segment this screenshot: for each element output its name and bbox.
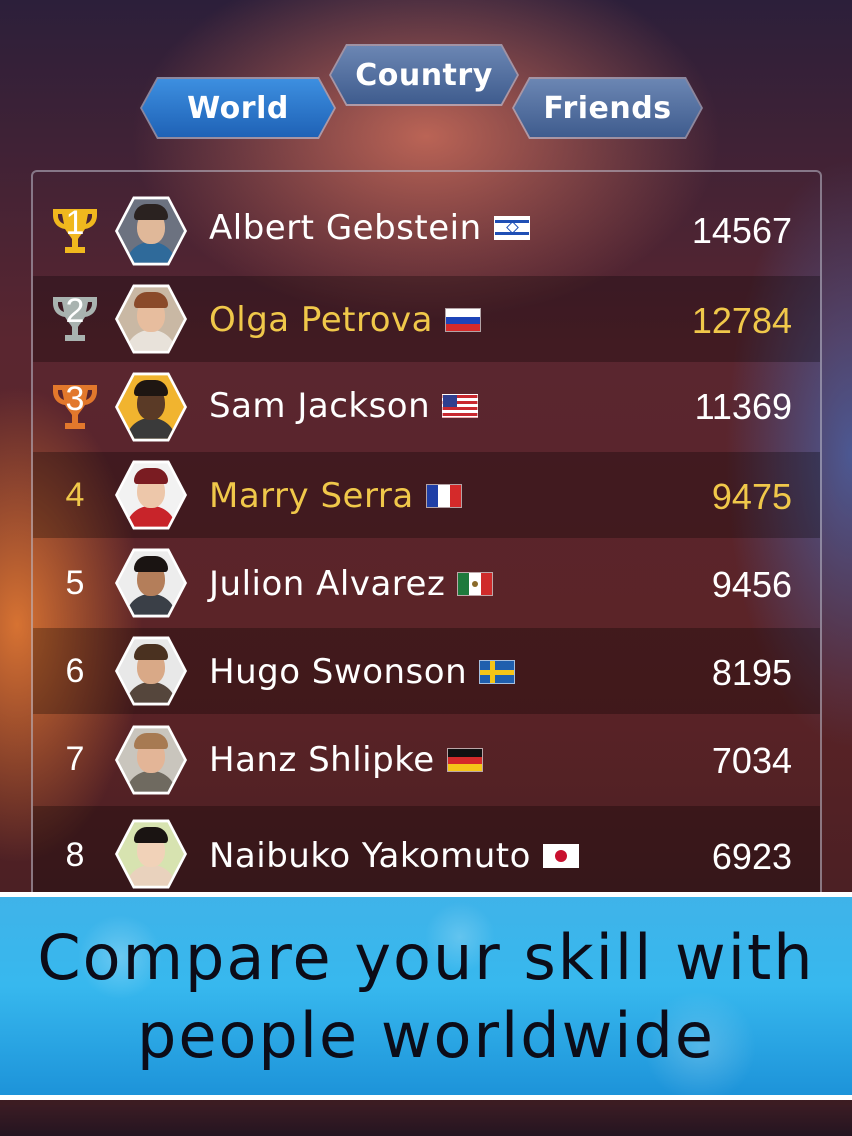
leaderboard-panel: 1 Albert Gebstein 14567 2 Olga Petrova 1…: [31, 170, 822, 894]
player-score: 12784: [691, 300, 792, 341]
avatar[interactable]: [115, 636, 187, 706]
leaderboard-row[interactable]: 4 Marry Serra 9475: [33, 452, 820, 538]
player-score: 7034: [711, 740, 792, 781]
sweden-flag-icon: [479, 660, 516, 684]
player-name: Olga Petrova: [209, 300, 481, 340]
avatar[interactable]: [115, 284, 187, 354]
player-name: Julion Alvarez: [209, 564, 494, 604]
tab-friends[interactable]: Friends: [514, 79, 701, 137]
player-name: Albert Gebstein: [209, 208, 530, 248]
banner-line-2: people worldwide: [136, 999, 715, 1072]
player-score: 11369: [694, 386, 792, 427]
avatar[interactable]: [115, 548, 187, 618]
germany-flag-icon: [446, 748, 483, 772]
avatar[interactable]: [115, 196, 187, 266]
leaderboard-row[interactable]: 6 Hugo Swonson 8195: [33, 628, 820, 714]
mexico-flag-icon: [457, 572, 494, 596]
player-score: 14567: [691, 210, 792, 251]
rank-number: 6: [65, 652, 85, 690]
player-score: 9475: [711, 476, 792, 517]
rank-number: 4: [65, 476, 85, 514]
leaderboard-row[interactable]: 2 Olga Petrova 12784: [33, 276, 820, 362]
rank-number: 8: [65, 836, 85, 874]
israel-flag-icon: [493, 216, 530, 240]
player-name: Naibuko Yakomuto: [209, 836, 579, 876]
bronze-trophy-icon: 3: [45, 377, 105, 437]
player-score: 8195: [711, 652, 792, 693]
leaderboard-row[interactable]: 7 Hanz Shlipke 7034: [33, 714, 820, 806]
promo-banner: Compare your skill with people worldwide: [0, 892, 852, 1100]
rank-number: 3: [65, 380, 85, 418]
tab-country[interactable]: Country: [331, 46, 517, 104]
player-name: Sam Jackson: [209, 386, 479, 426]
player-score: 9456: [711, 564, 792, 605]
leaderboard-row[interactable]: 1 Albert Gebstein 14567: [33, 186, 820, 276]
rank-number: 5: [65, 564, 85, 602]
usa-flag-icon: [442, 394, 479, 418]
player-score: 6923: [711, 836, 792, 877]
tab-world[interactable]: World: [142, 79, 334, 137]
gold-trophy-icon: 1: [45, 201, 105, 261]
rank-number: 2: [65, 292, 85, 330]
avatar[interactable]: [115, 460, 187, 530]
avatar[interactable]: [115, 372, 187, 442]
leaderboard-row[interactable]: 3 Sam Jackson 11369: [33, 362, 820, 452]
france-flag-icon: [425, 484, 462, 508]
banner-line-1: Compare your skill with: [37, 921, 815, 994]
russia-flag-icon: [444, 308, 481, 332]
leaderboard-row[interactable]: 8 Naibuko Yakomuto 6923: [33, 806, 820, 894]
avatar[interactable]: [115, 725, 187, 795]
rank-number: 1: [65, 204, 85, 242]
player-name: Hanz Shlipke: [209, 740, 483, 780]
player-name: Hugo Swonson: [209, 652, 516, 692]
rank-number: 7: [65, 740, 85, 778]
leaderboard-row[interactable]: 5 Julion Alvarez 9456: [33, 538, 820, 628]
silver-trophy-icon: 2: [45, 289, 105, 349]
japan-flag-icon: [542, 844, 579, 868]
player-name: Marry Serra: [209, 476, 462, 516]
bottom-strip: [0, 1105, 852, 1136]
avatar[interactable]: [115, 819, 187, 889]
